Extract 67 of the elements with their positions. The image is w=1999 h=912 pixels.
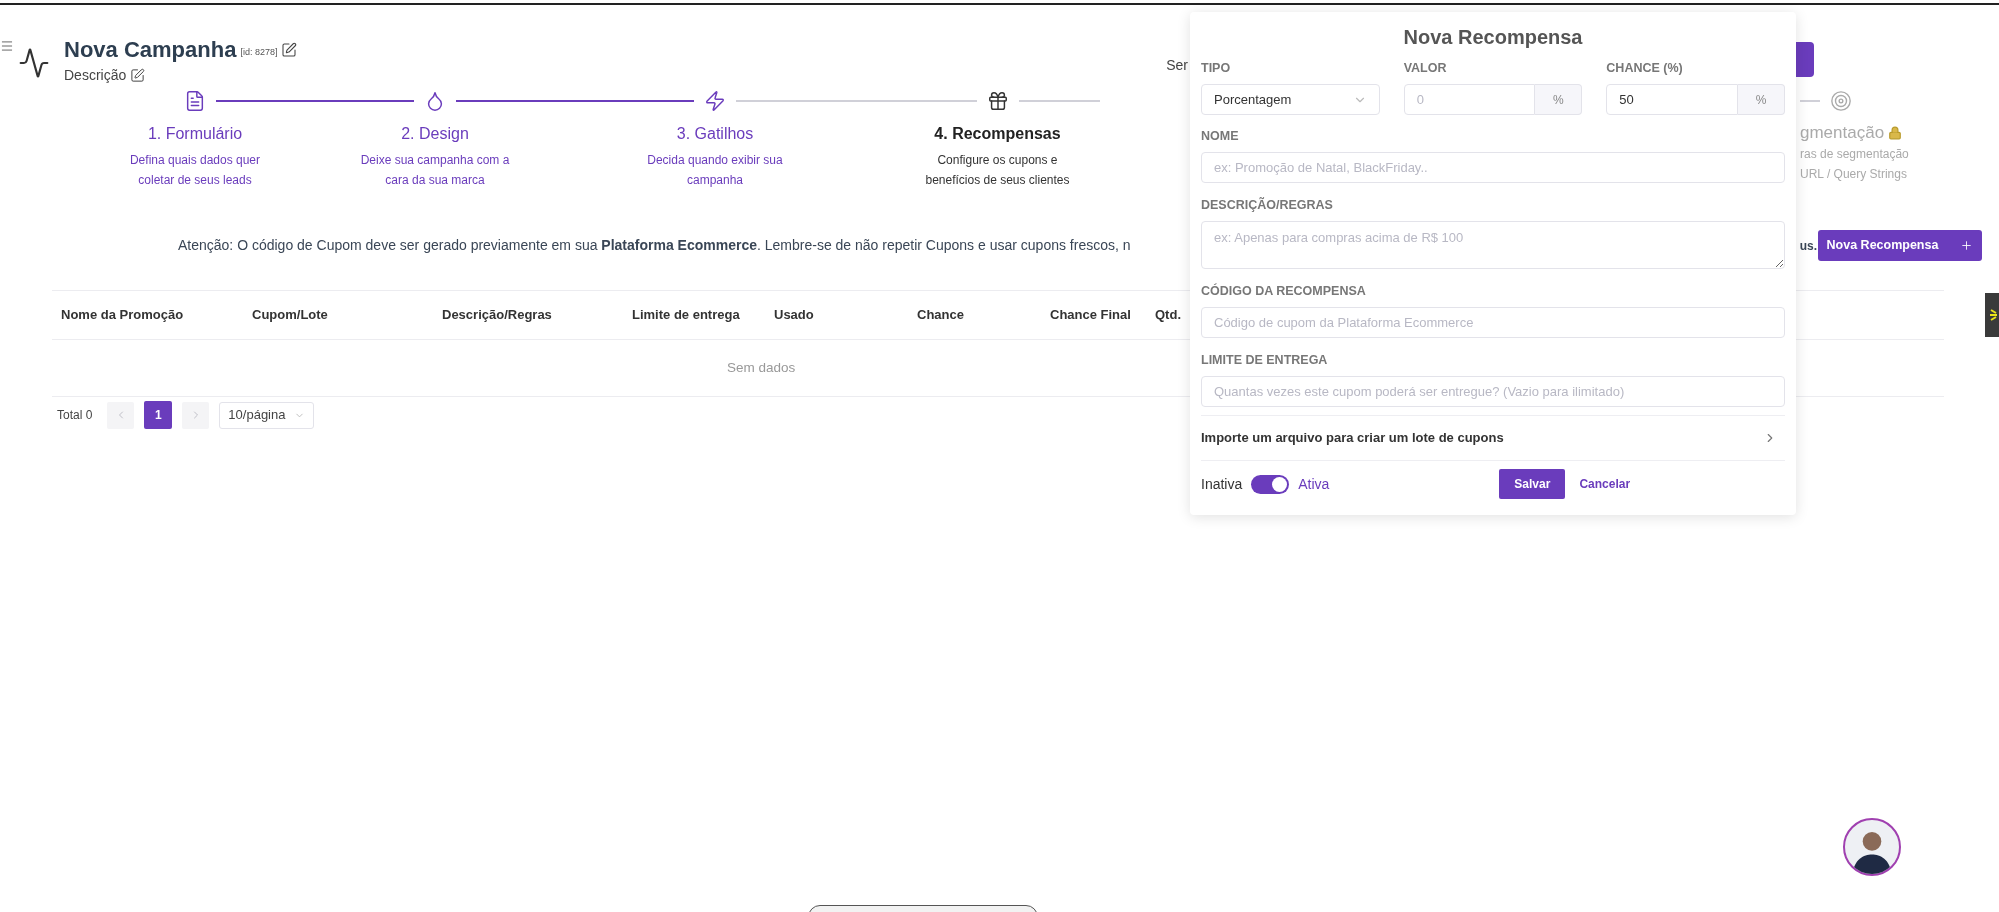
pulse-icon <box>18 47 50 79</box>
column-header: Usado <box>774 306 814 325</box>
page-button[interactable]: 1 <box>144 401 173 429</box>
step-icon <box>704 90 726 112</box>
step-description: URL / Query Strings <box>1800 166 1908 183</box>
column-header: Nome da Promoção <box>61 306 184 325</box>
column-header: Qtd. <box>1155 306 1181 325</box>
text-field[interactable]: Quantas vezes este cupom poderá ser entregue? (Vazio para ilimitado) <box>1201 376 1785 407</box>
new-reward-button[interactable]: Nova Recompensa <box>1818 230 1982 261</box>
import-link[interactable]: Importe um arquivo para criar um lote de cupons <box>1201 428 1504 448</box>
text-field[interactable]: ex: Promoção de Natal, BlackFriday.. <box>1201 152 1785 183</box>
text-field[interactable]: Código de cupom da Plataforma Ecommerce <box>1201 307 1785 338</box>
number-field[interactable]: 0 <box>1403 84 1536 115</box>
alert-text: Atenção: O código de Cupom deve ser gerado previamente em sua Plataforma Ecommerce. Lembre-se de não repetir Cupons e usar cupons frescos, n <box>178 236 1131 255</box>
cancel-link[interactable]: Cancelar <box>1579 475 1631 493</box>
text-area[interactable]: ex: Apenas para compras acima de R$ 100 <box>1201 221 1785 269</box>
step-description: Decida quando exibir sua <box>647 152 783 169</box>
header-text: Ser <box>1166 56 1188 75</box>
column-header: Cupom/Lote <box>252 306 328 325</box>
step-icon <box>184 90 206 112</box>
step-description: benefícios de seus clientes <box>925 172 1070 189</box>
step-description: cara da sua marca <box>385 172 485 189</box>
step-icon <box>986 90 1009 112</box>
step-title[interactable]: 4. Recompensas <box>934 124 1061 144</box>
empty-text: Sem dados <box>727 358 796 377</box>
column-header: Limite de entrega <box>632 306 740 325</box>
unit-addon: % <box>1738 84 1785 115</box>
step-description: ras de segmentação <box>1800 146 1910 163</box>
status-toggle[interactable] <box>1251 474 1290 494</box>
campaign-description: Descrição <box>64 66 127 85</box>
column-header: Descrição/Regras <box>442 306 552 325</box>
page-size-select[interactable]: 10/página <box>219 401 315 429</box>
sparkle-icon <box>1987 308 1997 322</box>
campaign-id: [id: 8278] <box>240 46 278 60</box>
field-label: TIPO <box>1201 60 1232 76</box>
field-label: DESCRIÇÃO/REGRAS <box>1201 197 1334 213</box>
step-description: Configure os cupons e <box>937 152 1058 169</box>
step-description: Defina quais dados quer <box>129 152 261 169</box>
step-description: campanha <box>686 172 743 189</box>
step-description: Deixe sua campanha com a <box>360 152 510 169</box>
field-label: VALOR <box>1403 60 1448 76</box>
field-label: CHANCE (%) <box>1606 60 1684 76</box>
edit-icon[interactable] <box>281 42 298 58</box>
select-field[interactable]: Porcentagem <box>1201 84 1380 115</box>
save-button[interactable]: Salvar <box>1499 469 1566 499</box>
column-header: Chance Final <box>1050 306 1131 325</box>
field-label: LIMITE DE ENTREGA <box>1201 352 1329 368</box>
campaign-title: Nova Campanha <box>64 36 237 64</box>
toggle-on-label: Ativa <box>1298 474 1330 494</box>
unit-addon: % <box>1535 84 1583 115</box>
target-icon <box>1830 90 1852 112</box>
dialog-title: Nova Recompensa <box>1403 25 1583 50</box>
total-count: Total 0 <box>57 407 93 424</box>
alert-text: us. <box>1799 237 1817 255</box>
column-header: Chance <box>917 306 964 325</box>
side-tab[interactable] <box>1985 293 1999 337</box>
field-label: CÓDIGO DA RECOMPENSA <box>1201 283 1367 299</box>
field-label: NOME <box>1201 128 1240 144</box>
step-description: coletar de seus leads <box>138 172 252 189</box>
step-title[interactable]: 3. Gatilhos <box>676 124 754 144</box>
plus-icon <box>1960 239 1974 252</box>
toggle-off-label: Inativa <box>1201 474 1243 494</box>
number-field[interactable]: 50 <box>1606 84 1738 115</box>
edit-icon[interactable] <box>130 68 146 83</box>
step-title[interactable]: 1. Formulário <box>147 124 243 144</box>
step-title[interactable]: 2. Design <box>401 124 469 144</box>
avatar[interactable] <box>1843 818 1901 876</box>
